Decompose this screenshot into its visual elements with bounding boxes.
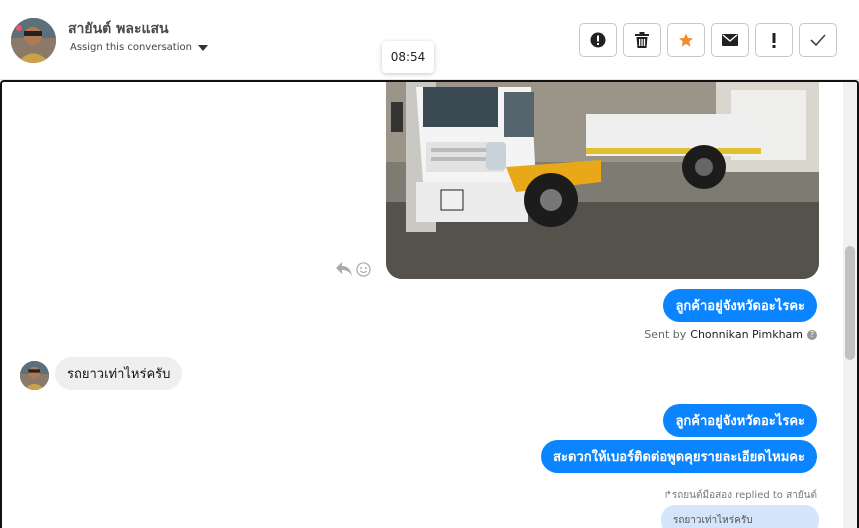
trash-icon	[635, 32, 649, 48]
reply-arrow-icon[interactable]	[336, 262, 352, 276]
exclamation-icon	[772, 32, 776, 48]
sent-by-note: Sent by Chonnikan Pimkham ?	[644, 328, 817, 341]
star-button[interactable]	[667, 23, 705, 57]
follow-up-button[interactable]	[755, 23, 793, 57]
thread-scrollbar[interactable]	[843, 82, 857, 528]
outgoing-message[interactable]: ลูกค้าอยู่จังหวัดอะไรคะ	[663, 404, 817, 437]
assign-conversation-dropdown[interactable]: Assign this conversation	[70, 42, 208, 53]
contact-avatar[interactable]	[11, 18, 56, 63]
timestamp-tooltip: 08:54	[382, 41, 434, 73]
emoji-reaction-icon[interactable]	[356, 262, 371, 277]
help-icon[interactable]: ?	[807, 329, 817, 340]
checkmark-icon	[810, 34, 826, 46]
mark-done-button[interactable]	[799, 23, 837, 57]
quoted-message[interactable]: รถยาวเท่าไหร่ครับ	[661, 505, 819, 528]
delete-button[interactable]	[623, 23, 661, 57]
sent-by-name: Chonnikan Pimkham	[690, 328, 803, 341]
sent-by-prefix: Sent by	[644, 328, 687, 341]
assign-label: Assign this conversation	[70, 42, 192, 53]
outgoing-message[interactable]: ลูกค้าอยู่จังหวัดอะไรคะ	[663, 289, 817, 322]
mark-unread-button[interactable]	[711, 23, 749, 57]
star-icon	[679, 33, 693, 47]
alert-circle-icon	[590, 32, 606, 48]
conversation-actions	[579, 23, 837, 57]
message-reactions	[336, 262, 371, 277]
envelope-icon	[722, 34, 738, 46]
contact-avatar-small	[20, 361, 49, 390]
contact-name: สายันต์ พละแสน	[68, 21, 169, 37]
caret-down-icon	[197, 44, 208, 51]
scrollbar-thumb[interactable]	[845, 246, 855, 360]
incoming-message[interactable]: รถยาวเท่าไหร่ครับ	[55, 357, 183, 390]
spam-button[interactable]	[579, 23, 617, 57]
truck-photo-attachment[interactable]	[386, 82, 819, 279]
message-thread: ลูกค้าอยู่จังหวัดอะไรคะ Sent by Chonnika…	[0, 80, 859, 528]
outgoing-message[interactable]: สะดวกให้เบอร์ติดต่อพูดคุยรายละเอียดไหมคะ	[541, 440, 817, 473]
reply-context-note: ↱รถยนต์มือสอง replied to สายันต์	[663, 490, 817, 501]
